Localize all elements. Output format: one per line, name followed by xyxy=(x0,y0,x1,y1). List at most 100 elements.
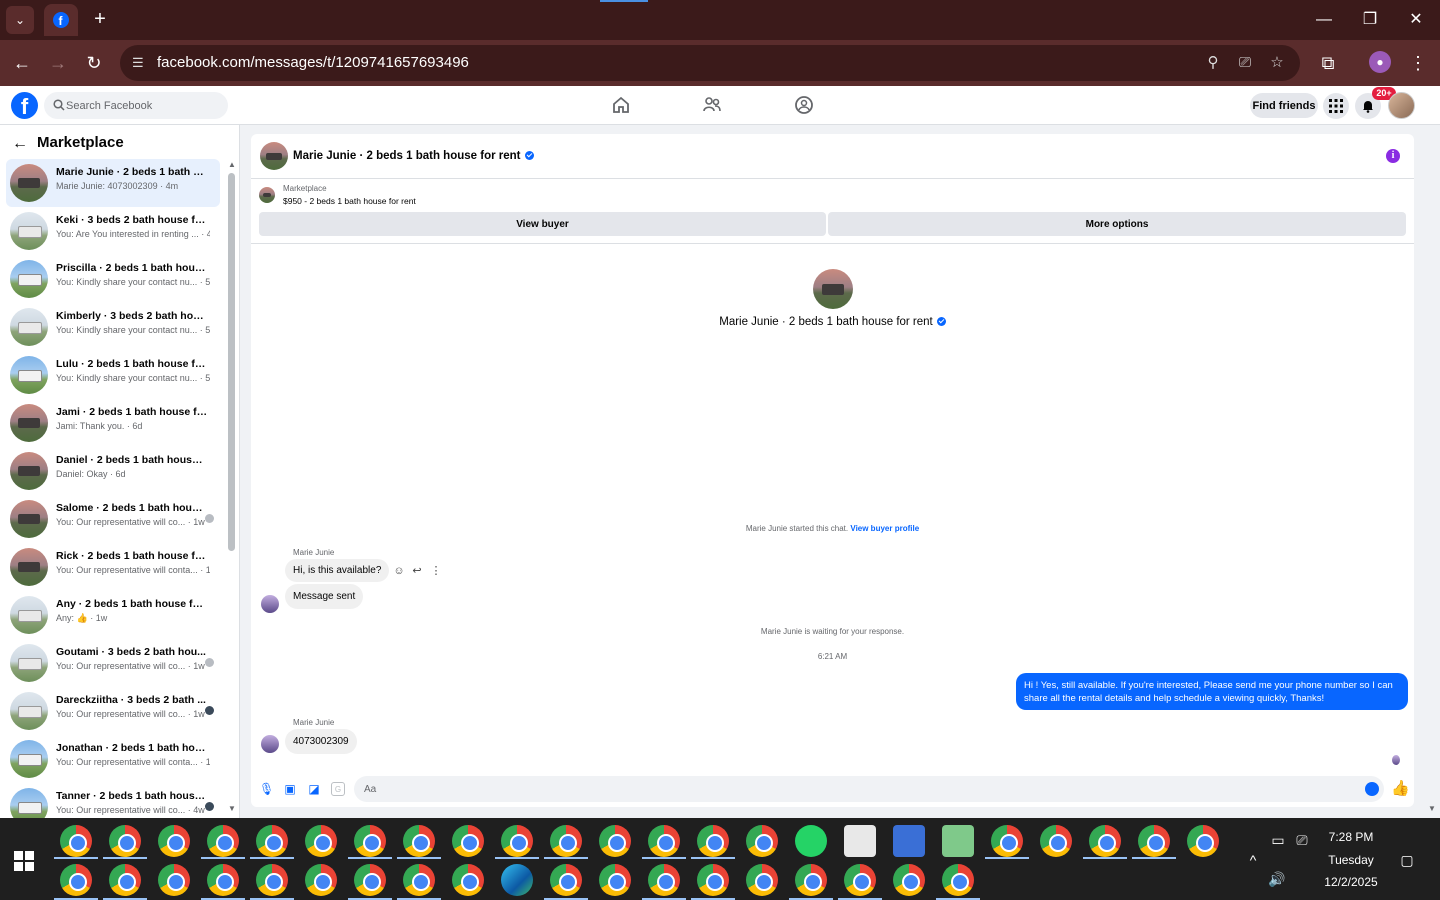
chat-avatar[interactable] xyxy=(260,142,288,170)
message-input[interactable] xyxy=(354,776,1384,802)
chrome-icon[interactable] xyxy=(550,825,582,857)
new-tab-button[interactable]: + xyxy=(88,8,112,32)
photo-icon[interactable]: ▣ xyxy=(283,782,297,796)
more-options-button[interactable]: More options xyxy=(828,212,1406,236)
view-buyer-profile-link[interactable]: View buyer profile xyxy=(850,524,919,533)
chrome-icon[interactable] xyxy=(60,864,92,896)
close-window-button[interactable]: ✕ xyxy=(1404,8,1428,32)
chrome-icon[interactable] xyxy=(697,864,729,896)
chrome-icon[interactable] xyxy=(942,864,974,896)
message-bubble[interactable]: Message sent xyxy=(285,584,364,609)
like-thumb-icon[interactable]: 👍 xyxy=(1391,780,1410,798)
notification-center-icon[interactable]: ▢ xyxy=(1398,851,1416,869)
chrome-icon[interactable] xyxy=(1040,825,1072,857)
chrome-icon[interactable] xyxy=(207,864,239,896)
find-friends-button[interactable]: Find friends xyxy=(1250,93,1318,118)
chrome-icon[interactable] xyxy=(452,864,484,896)
search-input[interactable] xyxy=(66,92,222,119)
chrome-icon[interactable] xyxy=(1089,825,1121,857)
chrome-icon[interactable] xyxy=(207,825,239,857)
conversation-item[interactable]: Dareckziitha · 3 beds 2 bath ... You: Our… xyxy=(6,687,220,735)
chrome-icon[interactable] xyxy=(991,825,1023,857)
chrome-icon[interactable] xyxy=(746,825,778,857)
conversation-item[interactable]: Lulu · 2 beds 1 bath house for r... You: … xyxy=(6,351,220,399)
sticker-icon[interactable]: ◪ xyxy=(307,782,321,796)
home-icon[interactable] xyxy=(610,94,632,116)
chrome-icon[interactable] xyxy=(795,864,827,896)
chrome-icon[interactable] xyxy=(599,864,631,896)
conversation-item[interactable]: Rick · 2 beds 1 bath house for r... You: … xyxy=(6,543,220,591)
app-icon[interactable] xyxy=(844,825,876,857)
chrome-icon[interactable] xyxy=(452,825,484,857)
chrome-icon[interactable] xyxy=(403,825,435,857)
keyboard-app-icon[interactable] xyxy=(893,825,925,857)
extensions-icon[interactable]: ⧉ xyxy=(1316,51,1340,75)
profile-icon[interactable]: ● xyxy=(1369,51,1391,73)
minimize-button[interactable]: — xyxy=(1312,8,1336,32)
chrome-icon[interactable] xyxy=(354,864,386,896)
microphone-icon[interactable]: 🎙 xyxy=(259,782,274,796)
chrome-icon[interactable] xyxy=(354,825,386,857)
volume-icon[interactable]: 🔊 xyxy=(1268,870,1286,888)
back-arrow-icon[interactable]: ← xyxy=(10,51,34,75)
chrome-icon[interactable] xyxy=(550,864,582,896)
tab-search-button[interactable]: ⌄ xyxy=(6,6,34,34)
friends-icon[interactable] xyxy=(701,94,723,116)
chrome-icon[interactable] xyxy=(305,825,337,857)
gif-icon[interactable]: G xyxy=(331,782,345,796)
reload-icon[interactable]: ↻ xyxy=(82,51,106,75)
windows-start-icon[interactable] xyxy=(14,851,34,871)
conversation-item[interactable]: Jonathan · 2 beds 1 bath house ... You: O… xyxy=(6,735,220,783)
clock-date[interactable]: 12/2/2025 xyxy=(1316,875,1386,889)
tray-overflow-icon[interactable]: ^ xyxy=(1244,851,1262,869)
chrome-icon[interactable] xyxy=(648,825,680,857)
my-message-bubble[interactable]: Hi ! Yes, still available. If you're int… xyxy=(1016,673,1408,710)
url-text[interactable]: facebook.com/messages/t/1209741657693496 xyxy=(157,54,469,71)
network-icon[interactable]: ⎚ xyxy=(1293,831,1311,849)
chrome-icon[interactable] xyxy=(403,864,435,896)
listing-description[interactable]: $950 - 2 beds 1 bath house for rent xyxy=(283,196,416,206)
clock-day[interactable]: Tuesday xyxy=(1316,853,1386,867)
conversation-item[interactable]: Salome · 2 beds 1 bath house... You: Our … xyxy=(6,495,220,543)
zoom-icon[interactable]: ⚲ xyxy=(1203,53,1223,73)
whatsapp-icon[interactable] xyxy=(795,825,827,857)
conversation-item[interactable]: Goutami · 3 beds 2 bath hou... You: Our r… xyxy=(6,639,220,687)
sidebar-scrollbar[interactable] xyxy=(228,173,235,551)
scroll-up-icon[interactable]: ▲ xyxy=(228,161,236,169)
sender-avatar[interactable] xyxy=(261,735,279,753)
account-avatar[interactable] xyxy=(1388,92,1415,119)
address-bar[interactable]: ☰ facebook.com/messages/t/12097416576934… xyxy=(120,45,1300,81)
groups-icon[interactable] xyxy=(793,94,815,116)
chrome-icon[interactable] xyxy=(256,864,288,896)
chrome-icon[interactable] xyxy=(893,864,925,896)
view-buyer-button[interactable]: View buyer xyxy=(259,212,826,236)
restore-button[interactable]: ❐ xyxy=(1358,8,1382,32)
chrome-icon[interactable] xyxy=(1187,825,1219,857)
edge-icon[interactable] xyxy=(501,864,533,896)
back-arrow-icon[interactable]: ← xyxy=(12,135,30,153)
chrome-icon[interactable] xyxy=(648,864,680,896)
facebook-search[interactable] xyxy=(44,92,228,119)
chrome-icon[interactable] xyxy=(599,825,631,857)
info-icon[interactable]: i xyxy=(1386,149,1400,163)
install-app-icon[interactable]: ⎚ xyxy=(1235,53,1255,73)
conversation-item[interactable]: Tanner · 2 beds 1 bath house ... You: Our… xyxy=(6,783,220,818)
conversation-item[interactable]: Any · 2 beds 1 bath house for r... Any: 👍… xyxy=(6,591,220,639)
conversation-item[interactable]: Kimberly · 3 beds 2 bath house... You: Ki… xyxy=(6,303,220,351)
chrome-icon[interactable] xyxy=(697,825,729,857)
clock-time[interactable]: 7:28 PM xyxy=(1316,830,1386,844)
conversation-item[interactable]: Keki · 3 beds 2 bath house for r... You: … xyxy=(6,207,220,255)
chrome-icon[interactable] xyxy=(109,825,141,857)
chrome-icon[interactable] xyxy=(844,864,876,896)
site-info-icon[interactable]: ☰ xyxy=(132,55,148,71)
reply-icon[interactable]: ↩ xyxy=(411,565,423,577)
chrome-icon[interactable] xyxy=(1138,825,1170,857)
chrome-icon[interactable] xyxy=(158,864,190,896)
more-actions-icon[interactable]: ⋮ xyxy=(430,565,442,577)
bookmark-star-icon[interactable]: ☆ xyxy=(1267,53,1287,73)
sender-avatar[interactable] xyxy=(261,595,279,613)
chrome-icon[interactable] xyxy=(501,825,533,857)
chrome-icon[interactable] xyxy=(256,825,288,857)
chrome-icon[interactable] xyxy=(746,864,778,896)
emoji-icon[interactable] xyxy=(1365,782,1379,796)
